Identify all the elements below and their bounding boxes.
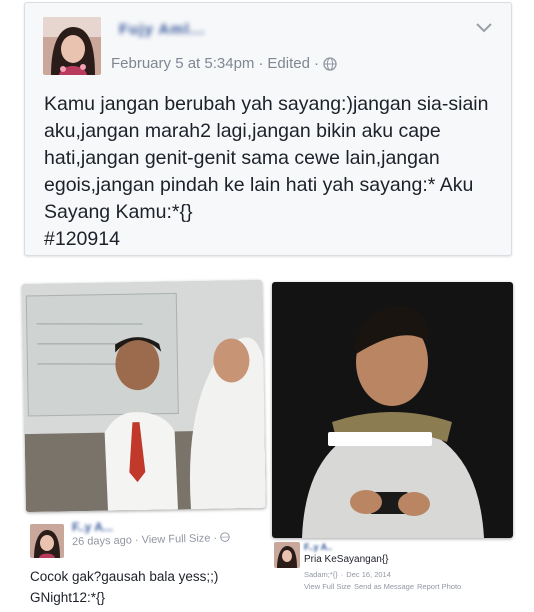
globe-icon (323, 56, 337, 71)
photo-couple[interactable] (22, 279, 266, 513)
post-author[interactable]: Fujy Aml... (119, 21, 205, 38)
post-timestamp[interactable]: February 5 at 5:34pm (111, 55, 254, 72)
comment-meta: Sadam;*{} · Dec 16, 2014 (304, 570, 391, 579)
meta-separator: · (313, 55, 319, 72)
comment-avatar[interactable] (30, 524, 64, 558)
view-full-size-link[interactable]: View Full Size (141, 532, 210, 546)
photo-actions: View Full Size Send as Message Report Ph… (304, 582, 461, 591)
report-photo-link[interactable]: Report Photo (417, 582, 461, 591)
view-full-size-link[interactable]: View Full Size (304, 582, 351, 591)
edited-label[interactable]: Edited (267, 55, 310, 72)
comment-text: Cocok gak?gausah bala yess;;) GNight12:*… (30, 569, 219, 605)
meta-separator: · (340, 570, 344, 579)
photo-boy[interactable] (272, 282, 513, 538)
chevron-down-icon[interactable] (475, 21, 493, 35)
comment-author[interactable]: F..y A.. (304, 542, 332, 552)
comment-text: Pria KeSayangan{} (304, 554, 389, 565)
comment-right: F..y A.. Pria KeSayangan{} Sadam;*{} · D… (272, 540, 513, 608)
meta-separator: · (213, 532, 218, 545)
meta-separator: · (134, 534, 139, 547)
comment-date[interactable]: Dec 16, 2014 (346, 570, 391, 579)
comment-avatar[interactable] (274, 542, 300, 568)
meta-separator: · (258, 55, 264, 72)
send-as-message-link[interactable]: Send as Message (354, 582, 414, 591)
comment-meta: 26 days ago · View Full Size · (72, 532, 230, 548)
post-meta: February 5 at 5:34pm · Edited · (111, 55, 337, 72)
comment-author[interactable]: F..y A... (72, 520, 113, 534)
globe-icon (220, 532, 230, 542)
tagged-name[interactable]: Sadam;*{} (304, 570, 338, 579)
comment-time[interactable]: 26 days ago (72, 535, 132, 549)
author-avatar[interactable] (43, 17, 101, 75)
comment-left: F..y A... 26 days ago · View Full Size ·… (24, 512, 264, 608)
post-text: Kamu jangan berubah yah sayang:)jangan s… (44, 93, 489, 250)
post-card: Fujy Aml... February 5 at 5:34pm · Edite… (24, 2, 512, 256)
